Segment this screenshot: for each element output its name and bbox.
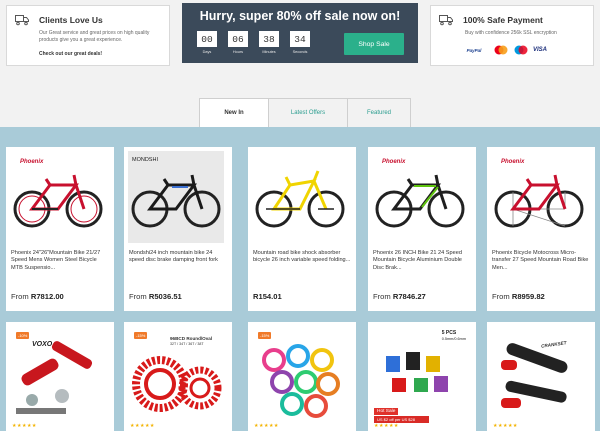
countdown-label: Hours	[232, 50, 244, 54]
maestro-logo	[514, 45, 528, 55]
product-price: From R7812.00	[11, 292, 64, 301]
product-price: From R8959.82	[492, 292, 545, 301]
product-image[interactable]	[128, 326, 224, 418]
rating-stars: ★★★★★	[130, 423, 155, 429]
hot-sale-label: Hot Sale	[374, 408, 399, 415]
countdown-value: 34	[290, 31, 310, 47]
paypal-logo: PayPal	[466, 47, 482, 53]
tab-latest-offers[interactable]: Latest Offers	[268, 98, 348, 128]
countdown-label: Seconds	[292, 50, 308, 54]
mastercard-logo	[494, 45, 508, 55]
product-card[interactable]: Phoenix Phoenix 26 INCH Bike 21 24 Speed…	[368, 147, 476, 311]
product-card[interactable]: Phoenix Phoenix 24"26"Mountain Bike 21/2…	[6, 147, 114, 311]
product-image[interactable]	[252, 326, 348, 418]
product-card[interactable]: Mountain road bike shock absorber bicycl…	[248, 147, 356, 311]
product-image[interactable]: Phoenix	[491, 151, 587, 243]
discount-badge: -15%	[258, 332, 272, 339]
shop-sale-button[interactable]: Shop Sale	[344, 33, 404, 55]
price-prefix: From	[129, 292, 147, 301]
brand-logo: Phoenix	[20, 159, 44, 165]
rating-stars: ★★★★★	[254, 423, 279, 429]
rating-stars: ★★★★★	[374, 423, 399, 429]
product-image[interactable]: MONDSHI	[128, 151, 224, 243]
price-prefix: From	[11, 292, 29, 301]
product-image[interactable]	[372, 326, 468, 418]
tab-featured[interactable]: Featured	[347, 98, 411, 128]
great-deals-link[interactable]: Check out our great deals!	[39, 51, 102, 57]
countdown-hours: 06 Hours	[225, 31, 251, 54]
visa-logo: VISA	[533, 47, 548, 53]
product-image[interactable]: Phoenix	[10, 151, 106, 243]
price-value: R7812.00	[30, 292, 64, 301]
discount-badge: -10%	[16, 332, 30, 339]
countdown-minutes: 38 Minutes	[256, 31, 282, 54]
discount-badge: -15%	[134, 332, 148, 339]
product-image[interactable]: VOXO	[10, 326, 106, 418]
price-prefix: From	[373, 292, 391, 301]
product-image[interactable]: Phoenix	[372, 151, 468, 243]
countdown-seconds: 34 Seconds	[287, 31, 313, 54]
countdown-days: 00 Days	[194, 31, 220, 54]
product-price: R154.01	[253, 292, 282, 301]
product-card[interactable]: MONDSHI Mondshi24 inch mountain bike 24 …	[124, 147, 232, 311]
product-grid: Phoenix Phoenix 24"26"Mountain Bike 21/2…	[0, 127, 600, 431]
product-price: From R7846.27	[373, 292, 426, 301]
brand-logo: Phoenix	[501, 159, 525, 165]
tab-new-in[interactable]: New In	[199, 98, 269, 128]
product-card[interactable]: -10% VOXO ★★★★★	[6, 322, 114, 431]
countdown-label: Days	[202, 50, 212, 54]
product-name[interactable]: Mondshi24 inch mountain bike 24 speed di…	[129, 250, 227, 280]
brand-logo: MONDSHI	[132, 157, 158, 163]
sale-banner: Hurry, super 80% off sale now on! 00 Day…	[182, 3, 418, 63]
safe-payment-box: 100% Safe Payment Buy with confidence 25…	[430, 5, 594, 66]
safe-payment-text: Buy with confidence 256k SSL encryption	[465, 30, 557, 36]
brand-logo: VOXO	[32, 341, 53, 348]
truck-icon	[15, 15, 29, 26]
clients-love-title: Clients Love Us	[39, 15, 103, 25]
product-card[interactable]: -15% ★★★★★	[248, 322, 356, 431]
price-prefix: From	[492, 292, 510, 301]
product-name[interactable]: Phoenix 26 INCH Bike 21 24 Speed Mountai…	[373, 250, 471, 280]
product-price: From R5036.51	[129, 292, 182, 301]
product-card[interactable]: -15% 96BCD Round/Oval 32T / 34T / 36T / 3…	[124, 322, 232, 431]
countdown-value: 38	[259, 31, 279, 47]
product-card[interactable]: 5 PCS 0.5mm/0.6mm Hot Sale US $2 off per …	[368, 322, 476, 431]
product-name[interactable]: Phoenix 24"26"Mountain Bike 21/27 Speed …	[11, 250, 109, 280]
safe-payment-title: 100% Safe Payment	[463, 15, 543, 25]
promo-band: Clients Love Us Our Great service and gr…	[0, 0, 600, 95]
product-tabs: New In Latest Offers Featured	[199, 98, 411, 128]
rating-stars: ★★★★★	[12, 423, 37, 429]
product-name[interactable]: Mountain road bike shock absorber bicycl…	[253, 250, 351, 280]
product-card[interactable]: CRANKSET ★★★★★	[487, 322, 595, 431]
sale-headline: Hurry, super 80% off sale now on!	[199, 9, 401, 23]
product-image[interactable]	[491, 326, 587, 418]
countdown-label: Minutes	[262, 50, 276, 54]
countdown-value: 00	[197, 31, 217, 47]
coupon-label: US $2 off per US $28	[374, 416, 429, 423]
clients-love-text: Our Great service and great prices on hi…	[39, 30, 150, 43]
truck-icon	[439, 15, 453, 26]
countdown-value: 06	[228, 31, 248, 47]
product-name[interactable]: Phoenix Bicycle Motocross Micro-transfer…	[492, 250, 590, 280]
price-value: R154.01	[253, 292, 282, 301]
clients-love-box: Clients Love Us Our Great service and gr…	[6, 5, 170, 66]
price-value: R5036.51	[148, 292, 182, 301]
price-value: R7846.27	[392, 292, 426, 301]
price-value: R8959.82	[511, 292, 545, 301]
product-card[interactable]: Phoenix Phoenix Bicycle Motocross Micro-…	[487, 147, 595, 311]
product-image[interactable]	[252, 151, 348, 243]
brand-logo: Phoenix	[382, 159, 406, 165]
rating-stars: ★★★★★	[493, 423, 518, 429]
